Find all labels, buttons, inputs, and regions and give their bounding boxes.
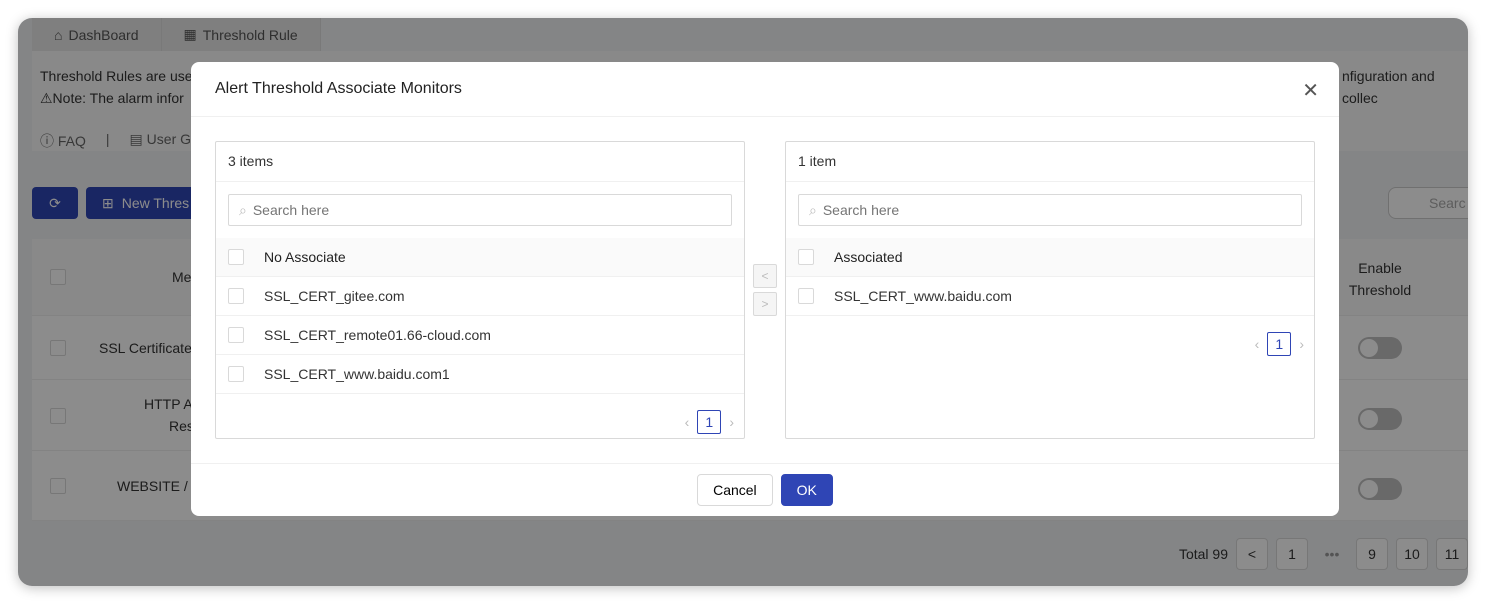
list-item[interactable]: SSL_CERT_remote01.66-cloud.com	[216, 316, 744, 355]
current-page[interactable]: 1	[697, 410, 722, 434]
right-list-header: Associated	[786, 238, 1314, 277]
search-icon: ⌕	[239, 201, 247, 218]
ok-button[interactable]: OK	[780, 474, 833, 506]
move-right-button[interactable]: >	[753, 292, 777, 316]
close-icon[interactable]: ✕	[1302, 78, 1319, 103]
modal-title: Alert Threshold Associate Monitors	[191, 62, 1339, 117]
item-label: SSL_CERT_gitee.com	[264, 288, 405, 304]
chevron-right-icon[interactable]: ›	[1299, 336, 1304, 352]
left-search-input[interactable]: ⌕	[228, 194, 732, 226]
item-label: SSL_CERT_www.baidu.com	[834, 288, 1012, 304]
chevron-left-icon[interactable]: ‹	[685, 414, 690, 430]
modal-footer: Cancel OK	[191, 463, 1339, 516]
chevron-right-icon[interactable]: ›	[729, 414, 734, 430]
item-checkbox[interactable]	[228, 288, 244, 304]
associate-monitors-modal: Alert Threshold Associate Monitors ✕ 3 i…	[191, 62, 1339, 516]
current-page[interactable]: 1	[1267, 332, 1292, 356]
left-select-all-checkbox[interactable]	[228, 249, 244, 265]
search-icon: ⌕	[809, 201, 817, 218]
item-label: SSL_CERT_remote01.66-cloud.com	[264, 327, 491, 343]
chevron-left-icon: <	[761, 269, 769, 283]
right-search-field[interactable]	[822, 202, 1291, 218]
list-item[interactable]: SSL_CERT_www.baidu.com1	[216, 355, 744, 394]
item-checkbox[interactable]	[798, 288, 814, 304]
list-header-label: No Associate	[264, 249, 346, 265]
right-transfer-panel: 1 item ⌕ Associated SSL_CERT_www.baidu.c…	[785, 141, 1315, 439]
list-item[interactable]: SSL_CERT_gitee.com	[216, 277, 744, 316]
right-pagination: ‹ 1 ›	[1255, 332, 1304, 356]
list-item[interactable]: SSL_CERT_www.baidu.com	[786, 277, 1314, 316]
item-count: 3 items	[216, 142, 744, 182]
left-transfer-panel: 3 items ⌕ No Associate SSL_CERT_gitee.co…	[215, 141, 745, 439]
item-checkbox[interactable]	[228, 366, 244, 382]
cancel-button[interactable]: Cancel	[697, 474, 773, 506]
left-search-field[interactable]	[252, 202, 721, 218]
chevron-left-icon[interactable]: ‹	[1255, 336, 1260, 352]
item-checkbox[interactable]	[228, 327, 244, 343]
item-label: SSL_CERT_www.baidu.com1	[264, 366, 450, 382]
move-left-button[interactable]: <	[753, 264, 777, 288]
list-header-label: Associated	[834, 249, 903, 265]
right-select-all-checkbox[interactable]	[798, 249, 814, 265]
item-count: 1 item	[786, 142, 1314, 182]
right-search-input[interactable]: ⌕	[798, 194, 1302, 226]
left-pagination: ‹ 1 ›	[685, 410, 734, 434]
chevron-right-icon: >	[761, 297, 769, 311]
left-list-header: No Associate	[216, 238, 744, 277]
